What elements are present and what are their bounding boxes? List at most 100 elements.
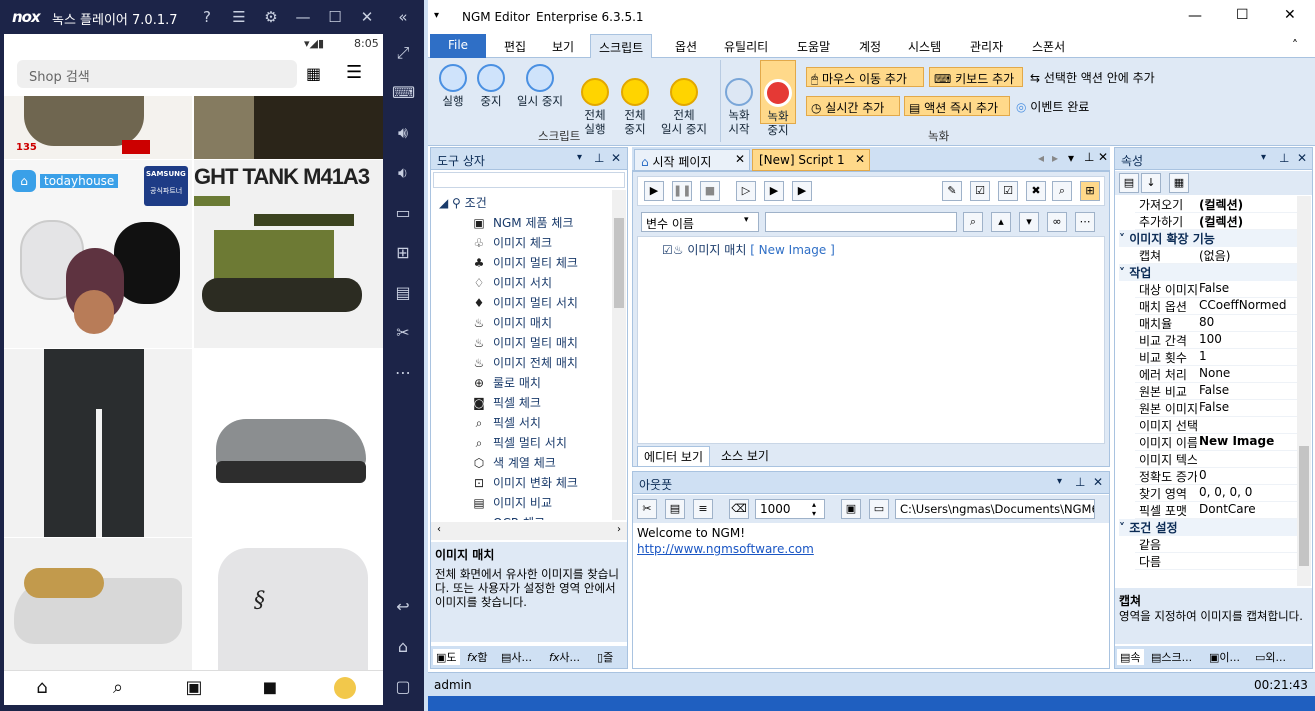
pause-icon[interactable]: ❚❚ xyxy=(672,181,692,201)
menu-file[interactable]: File xyxy=(430,34,486,58)
property-value[interactable]: 0, 0, 0, 0 xyxy=(1199,485,1252,499)
property-row[interactable]: 정확도 증가 0 xyxy=(1135,468,1297,485)
property-row[interactable]: 이미지 선택 xyxy=(1135,417,1297,434)
toolbox-hscroll[interactable]: ‹ › xyxy=(431,522,627,540)
close-icon[interactable]: ✕ xyxy=(356,6,378,28)
folder-icon[interactable]: ▭ xyxy=(869,499,889,519)
pin-icon[interactable]: ⊥ xyxy=(594,151,604,165)
property-row[interactable]: 에러 처리 None xyxy=(1135,366,1297,383)
delete-icon[interactable]: ✖ xyxy=(1026,181,1046,201)
menu-view[interactable]: 보기 xyxy=(552,38,574,55)
categorized-icon[interactable]: ▤ xyxy=(1119,173,1139,193)
shop-icon[interactable]: ◼ xyxy=(258,677,282,699)
close-icon[interactable]: ✕ xyxy=(1098,150,1108,164)
line-count-stepper[interactable]: 1000 ▴ ▾ xyxy=(755,499,825,519)
property-row[interactable]: 다름 xyxy=(1135,553,1297,570)
scissors-icon[interactable]: ✂ xyxy=(392,322,414,344)
maximize-icon[interactable]: ☐ xyxy=(1236,7,1249,23)
menu-edit[interactable]: 편집 xyxy=(504,38,526,55)
tab-list-icon[interactable]: ▾ xyxy=(1068,151,1074,165)
save-icon[interactable]: ▣ xyxy=(841,499,861,519)
tab-new-script-1[interactable]: [New] Script 1 ✕ xyxy=(752,149,870,171)
menu-account[interactable]: 계정 xyxy=(859,38,881,55)
gear-icon[interactable]: ⚙ xyxy=(260,6,282,28)
step-into-icon[interactable]: ▶ xyxy=(764,181,784,201)
property-row[interactable]: 이미지 이름 New Image xyxy=(1135,434,1297,451)
ribbon-collapse-icon[interactable]: ˄ xyxy=(1292,38,1298,52)
menu-script[interactable]: 스크립트 xyxy=(590,34,653,58)
property-row[interactable]: 찾기 영역 0, 0, 0, 0 xyxy=(1135,485,1297,502)
property-row[interactable]: 대상 이미지 False xyxy=(1135,281,1297,298)
tab-editor-view[interactable]: 에디터 보기 xyxy=(637,446,711,467)
tab-source-view[interactable]: 소스 보기 xyxy=(717,446,773,465)
variable-value-input[interactable] xyxy=(765,212,957,232)
profile-avatar[interactable] xyxy=(334,677,356,699)
menu-utility[interactable]: 유틸리티 xyxy=(724,38,768,55)
product-tile-sweatshirt[interactable]: § xyxy=(194,538,383,670)
close-tab-icon[interactable]: ✕ xyxy=(735,152,745,166)
product-tile-shoe-white[interactable] xyxy=(4,538,192,670)
pause-button[interactable]: 일시 중지 xyxy=(512,64,568,108)
collapse-icon[interactable]: « xyxy=(392,6,414,28)
home-nav-icon[interactable]: ⌂ xyxy=(392,636,414,658)
property-pages-icon[interactable]: ▦ xyxy=(1169,173,1189,193)
menu-options[interactable]: 옵션 xyxy=(675,38,697,55)
add-keyboard-button[interactable]: ⌨ 키보드 추가 xyxy=(929,67,1023,87)
menu-system[interactable]: 시스템 xyxy=(908,38,941,55)
more-icon[interactable]: ⋯ xyxy=(392,362,414,384)
property-row[interactable]: 비교 횟수 1 xyxy=(1135,349,1297,366)
property-value[interactable]: (컬렉션) xyxy=(1199,213,1243,230)
close-icon[interactable]: ✕ xyxy=(611,151,621,165)
property-row[interactable]: 캡쳐 (없음) xyxy=(1135,247,1297,264)
move-down-icon[interactable]: ▾ xyxy=(1019,212,1039,232)
scroll-left-icon[interactable]: ◂ xyxy=(1038,151,1044,165)
property-value[interactable]: 100 xyxy=(1199,332,1222,346)
tab-properties[interactable]: ▤속 xyxy=(1117,649,1144,665)
menu-help[interactable]: 도움말 xyxy=(797,38,830,55)
property-row[interactable]: 원본 비교 False xyxy=(1135,383,1297,400)
action-row-image-match[interactable]: ☑♨ 이미지 매치 [ New Image ] xyxy=(662,241,835,258)
toolbox-search-input[interactable] xyxy=(433,172,625,188)
property-value[interactable]: DontCare xyxy=(1199,502,1256,516)
product-tile-tank-model[interactable]: GHT TANK M41A3 xyxy=(194,160,383,348)
step-icon[interactable]: ▷ xyxy=(736,181,756,201)
property-category[interactable]: ˅ 작업 xyxy=(1119,264,1297,281)
pin-icon[interactable]: ⊥ xyxy=(1279,151,1289,165)
product-tile-model[interactable] xyxy=(194,96,383,159)
menu-sponsor[interactable]: 스폰서 xyxy=(1032,38,1065,55)
property-row[interactable]: 매치율 80 xyxy=(1135,315,1297,332)
check-icon[interactable]: ☑ xyxy=(998,181,1018,201)
tree-item[interactable]: ▣ NGM 제품 체크 xyxy=(471,214,573,232)
tree-item[interactable]: ♢ 이미지 서치 xyxy=(471,274,552,292)
output-link[interactable]: http://www.ngmsoftware.com xyxy=(637,542,814,556)
tree-item[interactable]: ♦ 이미지 멀티 서치 xyxy=(471,294,578,312)
fullscreen-icon[interactable]: ⤢ xyxy=(392,42,414,64)
record-start-button[interactable]: 녹화 시작 xyxy=(724,64,754,136)
dropdown-icon[interactable]: ▾ xyxy=(1057,476,1062,487)
property-value[interactable]: False xyxy=(1199,281,1229,295)
tab-script[interactable]: ▤스크... xyxy=(1151,649,1192,665)
search-icon[interactable]: ⌕ xyxy=(963,212,983,232)
check-all-icon[interactable]: ☑ xyxy=(970,181,990,201)
property-value[interactable]: None xyxy=(1199,366,1230,380)
tree-item[interactable]: ⊡ 이미지 변화 체크 xyxy=(471,474,578,492)
shop-search-input[interactable]: Shop 검색 xyxy=(17,60,297,88)
video-icon[interactable]: ▣ xyxy=(182,677,206,699)
property-value[interactable]: False xyxy=(1199,383,1229,397)
wrap-icon[interactable]: ≡ xyxy=(693,499,713,519)
product-tile-galaxy-buds[interactable]: ⌂ todayhouse SAMSUNG 공식파트너 xyxy=(4,160,192,348)
loop-icon[interactable]: ∞ xyxy=(1047,212,1067,232)
pin-icon[interactable]: ⊥ xyxy=(1084,150,1094,164)
stop-button[interactable]: 중지 xyxy=(474,64,508,108)
volume-up-icon[interactable]: 🔊︎ xyxy=(392,122,414,144)
tab-user[interactable]: ▤사... xyxy=(501,649,532,665)
property-value[interactable]: New Image xyxy=(1199,434,1274,448)
product-tile-sneaker[interactable] xyxy=(194,349,383,537)
edit-icon[interactable]: ✎ xyxy=(942,181,962,201)
close-icon[interactable]: ✕ xyxy=(1093,475,1103,489)
close-icon[interactable]: ✕ xyxy=(1297,151,1307,165)
screen-icon[interactable]: ▭ xyxy=(392,202,414,224)
add-in-selected-button[interactable]: ⇆ 선택한 액션 안에 추가 xyxy=(1030,69,1155,86)
dropdown-icon[interactable]: ▾ xyxy=(1261,152,1266,163)
tab-user-function[interactable]: fx사... xyxy=(549,649,580,665)
